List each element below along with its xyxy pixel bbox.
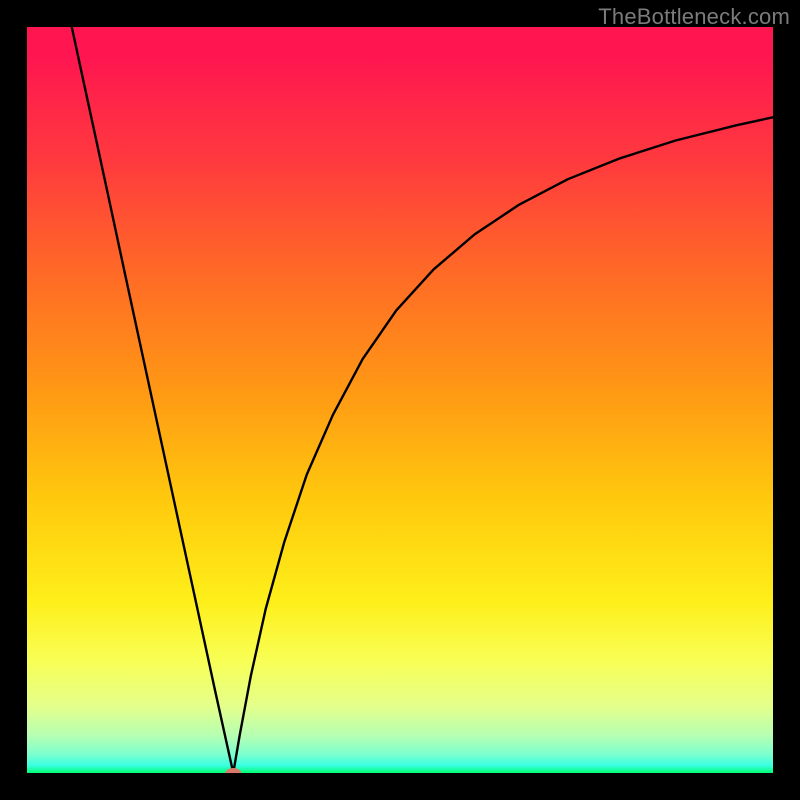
minimum-marker [225, 768, 241, 773]
plot-area [27, 27, 773, 773]
watermark-text: TheBottleneck.com [598, 4, 790, 30]
bottleneck-curve [27, 27, 773, 773]
curve-path [72, 27, 773, 773]
chart-frame: TheBottleneck.com [0, 0, 800, 800]
